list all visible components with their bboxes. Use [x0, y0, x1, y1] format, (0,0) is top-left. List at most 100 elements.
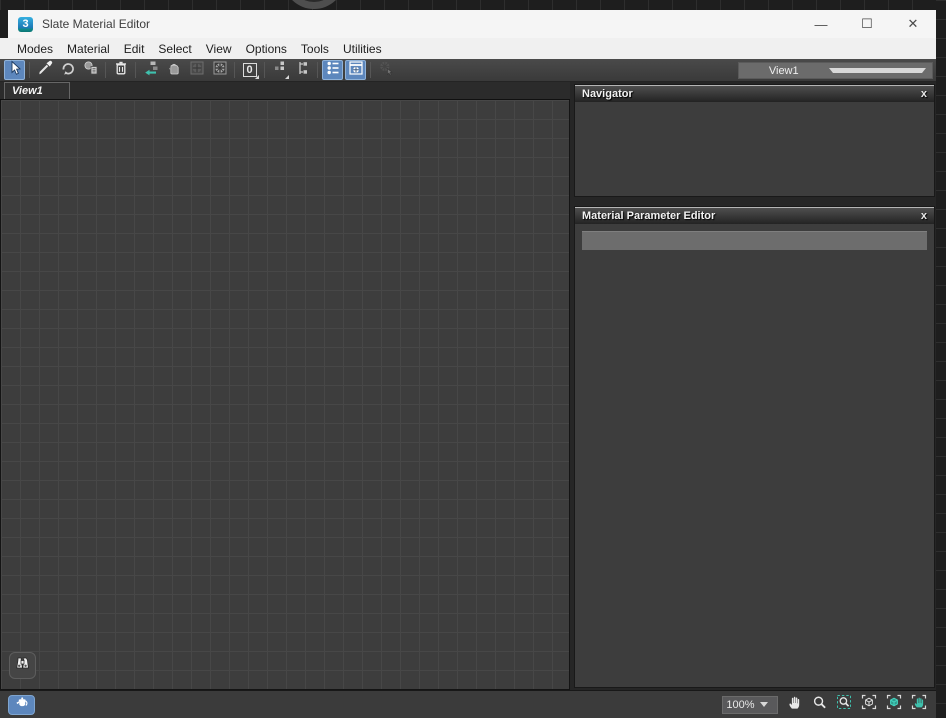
view-canvas-column: View1 [0, 82, 570, 690]
zoom-region-button[interactable] [835, 695, 853, 714]
show-shaded-material-in-viewport-button[interactable]: 0 [239, 60, 260, 80]
zoom-level-select[interactable]: 100% [722, 695, 778, 714]
flyout-corner-icon [255, 75, 259, 79]
search-button[interactable] [9, 652, 36, 679]
eyedropper-icon [37, 60, 53, 81]
put-material-to-scene-button[interactable] [57, 60, 78, 80]
move-children-button[interactable] [140, 60, 161, 80]
navigator-close-button[interactable]: x [921, 89, 927, 100]
app-icon: 3 [18, 16, 33, 32]
swirl-arrow-icon [60, 60, 76, 81]
pan-button[interactable] [785, 696, 803, 714]
material-parameter-editor-toggle-button[interactable] [322, 60, 343, 80]
binoculars-icon [14, 655, 31, 677]
main-area: View1 Navigator x Material Parameter Edi… [0, 82, 936, 690]
menu-view[interactable]: View [199, 40, 239, 58]
toolbar-separator [135, 62, 136, 78]
zoom-extents-selected-icon [886, 694, 902, 715]
toolbar-separator [29, 62, 30, 78]
chevron-down-icon [828, 68, 926, 73]
magnifier-icon [812, 695, 827, 715]
flyout-corner-icon [285, 75, 289, 79]
menu-edit[interactable]: Edit [117, 40, 152, 58]
teapot-icon [14, 695, 30, 714]
slate-material-editor-window: 3 Slate Material Editor — ☐ ✕ Modes Mate… [0, 10, 936, 718]
delete-selected-button[interactable] [110, 60, 131, 80]
view-tab-bar: View1 [0, 82, 570, 100]
view1-tab[interactable]: View1 [4, 82, 70, 99]
pan-to-selected-button[interactable] [910, 694, 928, 715]
toolbar-separator [317, 62, 318, 78]
view-navigation-controls: 100% [722, 694, 928, 715]
menu-select[interactable]: Select [151, 40, 198, 58]
panel-splitter[interactable] [574, 197, 935, 206]
active-view-selector[interactable]: View1 [738, 62, 933, 79]
window-title: Slate Material Editor [42, 17, 151, 31]
material-parameter-editor-close-button[interactable]: x [921, 211, 927, 222]
background-app-right-strip [936, 0, 946, 718]
pick-material-from-object-button[interactable] [34, 60, 55, 80]
material-parameter-editor-header[interactable]: Material Parameter Editor x [575, 207, 934, 224]
dark-checkered-sphere-icon [189, 60, 205, 81]
toolbar-separator [370, 62, 371, 78]
menu-bar: Modes Material Edit Select View Options … [0, 38, 936, 59]
node-canvas[interactable] [0, 100, 570, 690]
bright-checkered-sphere-icon [212, 60, 228, 81]
paint-pot-icon [166, 60, 182, 81]
backdrop-notch [0, 10, 8, 38]
pan-to-selected-icon [911, 694, 927, 715]
material-parameter-editor-title: Material Parameter Editor [582, 210, 716, 222]
menu-utilities[interactable]: Utilities [336, 40, 389, 58]
zoom-extents-icon [861, 694, 877, 715]
menu-material[interactable]: Material [60, 40, 117, 58]
navigator-panel-header[interactable]: Navigator x [575, 85, 934, 102]
navigator-toggle-button[interactable] [345, 60, 366, 80]
layout-all-button[interactable] [269, 60, 290, 80]
chevron-down-icon [759, 702, 768, 707]
zoom-extents-selected-button[interactable] [885, 694, 903, 715]
toolbar-separator [105, 62, 106, 78]
menu-modes[interactable]: Modes [10, 40, 60, 58]
minimize-button[interactable]: — [798, 10, 844, 38]
status-bar: 100% [0, 690, 936, 718]
assign-material-to-selection-button[interactable] [80, 60, 101, 80]
parameter-list-icon [325, 60, 341, 81]
navigator-panel-title: Navigator [582, 88, 633, 100]
show-background-in-preview-button[interactable] [186, 60, 207, 80]
show-background-button[interactable] [209, 60, 230, 80]
cursor-arrow-icon [7, 59, 23, 81]
empty-rollout-bar [582, 231, 927, 250]
move-children-icon [143, 60, 159, 81]
navigator-panel-body[interactable] [575, 102, 934, 196]
toolbar: 0 View1 [0, 59, 936, 82]
window-controls: — ☐ ✕ [798, 10, 936, 38]
zoom-button[interactable] [810, 696, 828, 714]
sphere-page-icon [83, 60, 99, 81]
background-logo-partial [284, 0, 344, 9]
select-by-material-icon [378, 60, 394, 81]
layout-children-icon [295, 60, 311, 81]
hide-unused-nodeslots-button[interactable] [163, 60, 184, 80]
active-view-value: View1 [768, 64, 799, 77]
menu-tools[interactable]: Tools [294, 40, 336, 58]
layout-children-button[interactable] [292, 60, 313, 80]
render-preview-button[interactable] [8, 694, 35, 715]
zoom-level-value: 100% [726, 698, 755, 711]
background-app-top-strip [0, 0, 946, 10]
navigator-window-icon [348, 60, 364, 81]
titlebar: 3 Slate Material Editor — ☐ ✕ [0, 10, 936, 38]
maximize-button[interactable]: ☐ [844, 10, 890, 38]
toolbar-separator [234, 62, 235, 78]
navigator-panel: Navigator x [574, 84, 935, 197]
toolbar-separator [264, 62, 265, 78]
material-parameter-editor-body [575, 224, 934, 687]
pan-hand-icon [787, 694, 802, 715]
select-tool-button[interactable] [4, 59, 25, 81]
side-panel-column: Navigator x Material Parameter Editor x [570, 82, 936, 690]
screen: 3 Slate Material Editor — ☐ ✕ Modes Mate… [0, 0, 946, 718]
menu-options[interactable]: Options [239, 40, 294, 58]
material-parameter-editor-panel: Material Parameter Editor x [574, 206, 935, 688]
zoom-extents-button[interactable] [860, 694, 878, 715]
trash-icon [113, 60, 129, 81]
close-button[interactable]: ✕ [890, 10, 936, 38]
